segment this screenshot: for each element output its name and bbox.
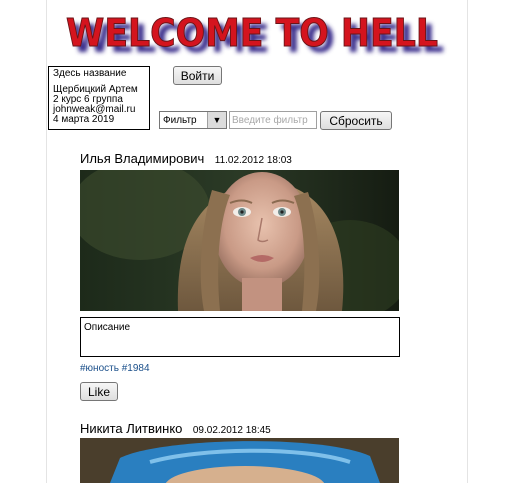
site-title: Здесь название xyxy=(53,68,127,79)
site-date: 4 марта 2019 xyxy=(53,114,115,125)
login-button[interactable]: Войти xyxy=(173,66,222,85)
post-author[interactable]: Илья Владимирович xyxy=(80,151,204,166)
post-description: Описание xyxy=(80,317,400,357)
post-photo[interactable] xyxy=(80,438,399,483)
site-logo: WELCOME TO HELL WELCOME TO HELL xyxy=(58,8,450,62)
post-hashtags[interactable]: #юность #1984 xyxy=(80,363,150,374)
post-date: 11.02.2012 18:03 xyxy=(214,155,292,166)
post-header: Илья Владимирович 11.02.2012 18:03 xyxy=(80,150,292,168)
site-info-box: Здесь название Щербицкий Артем 2 курс 6 … xyxy=(48,66,150,130)
post-description-text: Описание xyxy=(84,322,131,333)
reset-button[interactable]: Сбросить xyxy=(320,111,392,130)
like-button[interactable]: Like xyxy=(80,382,118,401)
post-header: Никита Литвинко 09.02.2012 18:45 xyxy=(80,420,271,438)
post-author[interactable]: Никита Литвинко xyxy=(80,421,182,436)
filter-select[interactable]: Фильтр ▼ xyxy=(159,111,227,129)
post-date: 09.02.2012 18:45 xyxy=(192,425,271,436)
logo-text: WELCOME TO HELL xyxy=(66,11,438,55)
dropdown-arrow-icon[interactable]: ▼ xyxy=(207,112,226,128)
post-photo[interactable] xyxy=(80,170,399,311)
filter-select-value: Фильтр xyxy=(163,114,197,126)
filter-input[interactable] xyxy=(229,111,317,129)
